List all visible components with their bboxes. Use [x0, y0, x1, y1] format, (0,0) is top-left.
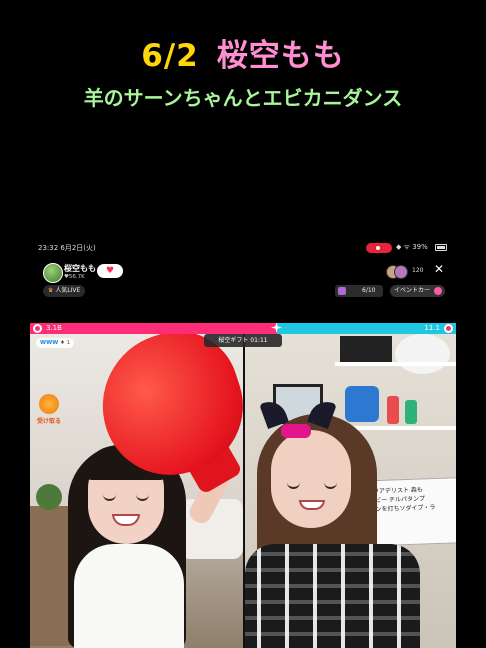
ranking-tag[interactable]: ♛ 人気LIVE: [43, 285, 86, 297]
guest-video-panel[interactable]: 2 ガワアデリスト 森も 2. ゲビー チルパタンプ 2. ランを打ちソダイブ・…: [245, 334, 456, 648]
gift-box-icon: [39, 394, 59, 414]
team-left-icon: [33, 324, 42, 333]
plant: [36, 484, 62, 510]
host-blouse: [74, 544, 184, 648]
battle-right-score: 11.1: [424, 324, 440, 332]
heart-add-icon: ♥: [105, 266, 115, 276]
receive-label: 受け取る: [36, 418, 61, 425]
shelf-box: [340, 336, 392, 362]
rank-badge-label: WWW: [40, 340, 59, 346]
caption-subtitle: 羊のサーンちゃんとエビカニダンス: [83, 86, 403, 110]
battle-timer: 桜空ギフト 01:11: [204, 334, 282, 347]
event-label: イベントカー: [394, 287, 431, 294]
wall-shelf: [335, 362, 456, 366]
gift-icon: [338, 287, 346, 295]
host-eyes: [103, 494, 149, 501]
system-indicators: ◆ ᯤ 39%: [396, 243, 428, 251]
shelf-item: [387, 396, 399, 424]
screen-record-indicator: [366, 243, 392, 253]
guest-plaid-shirt: [245, 544, 420, 648]
host-name[interactable]: 桜空もも: [64, 263, 96, 274]
status-time: 23:32 6月2日(火): [38, 244, 96, 252]
guest-eyes: [287, 482, 337, 489]
battery-icon: [435, 244, 447, 251]
viewer-avatars[interactable]: [386, 265, 410, 279]
close-icon[interactable]: ✕: [434, 262, 444, 276]
caption-name: 桜空もも: [216, 38, 345, 74]
gift-goal-badge[interactable]: 6/10: [335, 285, 383, 297]
rank-number: 1: [66, 340, 71, 346]
rank-badge[interactable]: WWW ♦ 1: [36, 338, 75, 348]
viewer-count[interactable]: 120: [412, 267, 423, 274]
spark-icon: [271, 323, 282, 333]
shelf-item: [405, 400, 417, 424]
host-avatar[interactable]: [43, 263, 63, 283]
caption-date: 6/2: [141, 38, 199, 74]
blue-figure: [345, 386, 379, 422]
avatar: [394, 265, 408, 279]
team-right-icon: [444, 324, 453, 333]
caption-title: 6/2 桜空もも: [0, 30, 486, 75]
receive-button[interactable]: 受け取る: [34, 394, 64, 425]
plush-toy: [395, 334, 450, 374]
guest-face: [271, 430, 351, 528]
gift-goal-value: 6/10: [362, 287, 376, 294]
crown-icon: ♛: [48, 287, 54, 294]
battle-progress-bar: 3.1B 11.1: [30, 323, 456, 334]
ranking-label: 人気LIVE: [55, 287, 81, 294]
follow-button[interactable]: ♥: [97, 264, 123, 278]
event-heart-icon: [434, 287, 442, 295]
event-button[interactable]: イベントカー: [390, 285, 445, 297]
shelf: [30, 506, 70, 646]
heart-filter-icon: [281, 424, 311, 438]
battle-left-fill: [30, 323, 277, 334]
host-likes: ♥56.7K: [64, 274, 85, 280]
host-video-panel[interactable]: WWW ♦ 1 受け取る: [30, 334, 243, 648]
status-bar: 23:32 6月2日(火) ◆ ᯤ 39%: [0, 240, 486, 256]
battle-left-score: 3.1B: [46, 324, 62, 332]
